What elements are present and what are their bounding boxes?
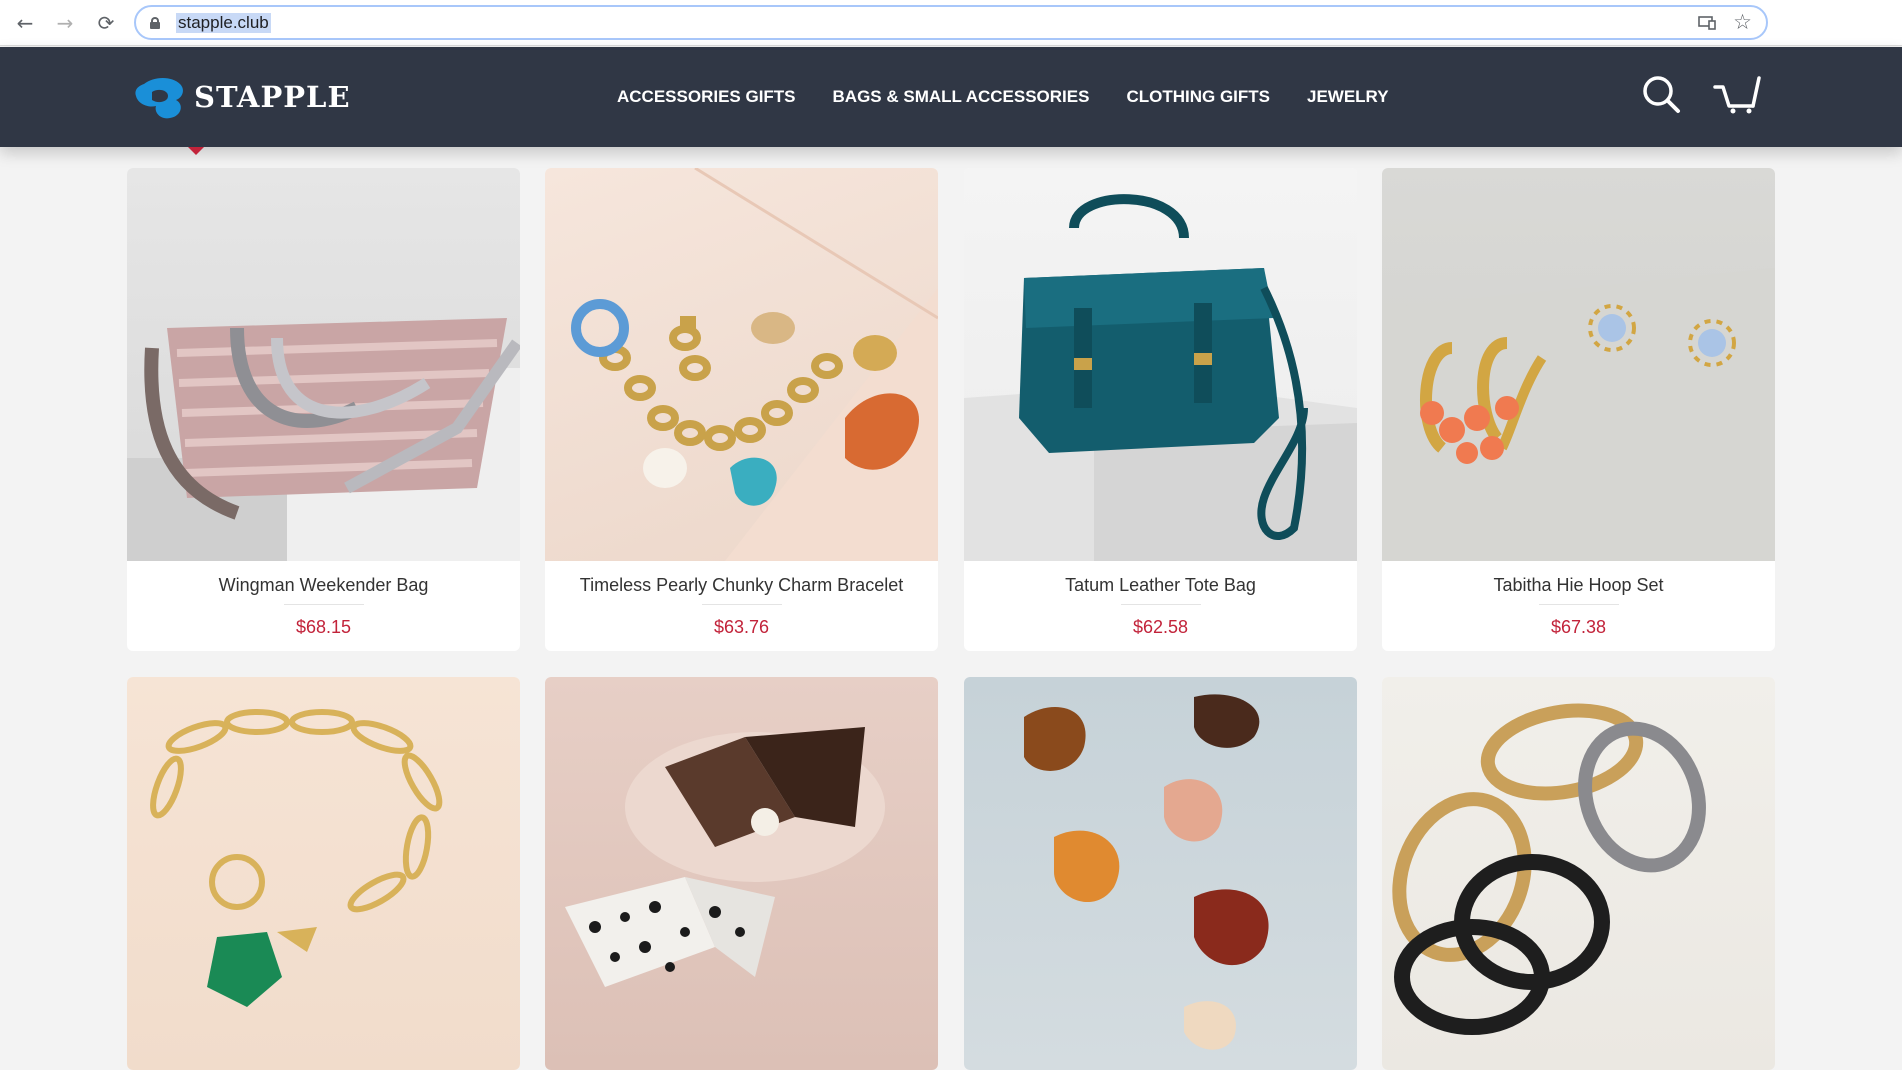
product-card[interactable]: Timeless Pearly Chunky Charm Bracelet $6… (545, 168, 938, 651)
nav-jewelry[interactable]: JEWELRY (1307, 87, 1389, 107)
url-text[interactable]: stapple.club (176, 13, 271, 33)
product-card[interactable]: Tabitha Hie Hoop Set $67.38 (1382, 168, 1775, 651)
reload-icon[interactable]: ⟳ (93, 10, 119, 36)
browser-toolbar: ← → ⟳ stapple.club ☆ (0, 0, 1902, 46)
nav-clothing-gifts[interactable]: CLOTHING GIFTS (1126, 87, 1270, 107)
product-card[interactable] (964, 677, 1357, 1070)
search-icon[interactable] (1641, 74, 1681, 114)
bookmark-star-icon[interactable]: ☆ (1733, 10, 1752, 34)
product-card[interactable] (1382, 677, 1775, 1070)
nav-accessories-gifts[interactable]: ACCESSORIES GIFTS (617, 87, 796, 107)
product-card[interactable] (127, 677, 520, 1070)
back-arrow-icon[interactable]: ← (12, 10, 38, 36)
logo-mark-icon (135, 78, 183, 119)
product-name[interactable]: Wingman Weekender Bag (127, 561, 520, 596)
product-image-weekender-bag[interactable] (127, 168, 520, 561)
product-image-hoop-set[interactable] (1382, 168, 1775, 561)
logo[interactable]: STAPPLE (132, 74, 351, 120)
product-image-leather-tote[interactable] (964, 168, 1357, 561)
main-nav: ACCESSORIES GIFTS BAGS & SMALL ACCESSORI… (617, 87, 1426, 107)
forward-arrow-icon[interactable]: → (52, 10, 78, 36)
product-name[interactable]: Tatum Leather Tote Bag (964, 561, 1357, 596)
product-image-silk-scrunchies[interactable] (1382, 677, 1775, 1070)
product-image-scrunchies[interactable] (545, 677, 938, 1070)
install-app-icon[interactable] (1698, 16, 1716, 30)
cart-icon[interactable] (1713, 74, 1763, 114)
logo-text: STAPPLE (194, 80, 351, 114)
product-image-hair-claws[interactable] (964, 677, 1357, 1070)
product-price: $68.15 (295, 617, 352, 637)
nav-bags-small-accessories[interactable]: BAGS & SMALL ACCESSORIES (833, 87, 1090, 107)
address-bar[interactable]: stapple.club ☆ (134, 5, 1768, 40)
lock-icon[interactable] (150, 17, 160, 29)
product-price: $67.38 (1550, 617, 1607, 637)
product-card[interactable]: Wingman Weekender Bag $68.15 (127, 168, 520, 651)
divider (1538, 604, 1619, 605)
product-card[interactable]: Tatum Leather Tote Bag $62.58 (964, 168, 1357, 651)
product-price: $63.76 (713, 617, 770, 637)
divider (283, 604, 364, 605)
product-price: $62.58 (1132, 617, 1189, 637)
divider (1120, 604, 1201, 605)
site-header: STAPPLE ACCESSORIES GIFTS BAGS & SMALL A… (0, 47, 1902, 147)
divider (701, 604, 782, 605)
product-image-chain-bracelet[interactable] (127, 677, 520, 1070)
product-image-charm-bracelet[interactable] (545, 168, 938, 561)
product-card[interactable] (545, 677, 938, 1070)
active-indicator (188, 147, 204, 155)
product-name[interactable]: Tabitha Hie Hoop Set (1382, 561, 1775, 596)
product-name[interactable]: Timeless Pearly Chunky Charm Bracelet (545, 561, 938, 596)
